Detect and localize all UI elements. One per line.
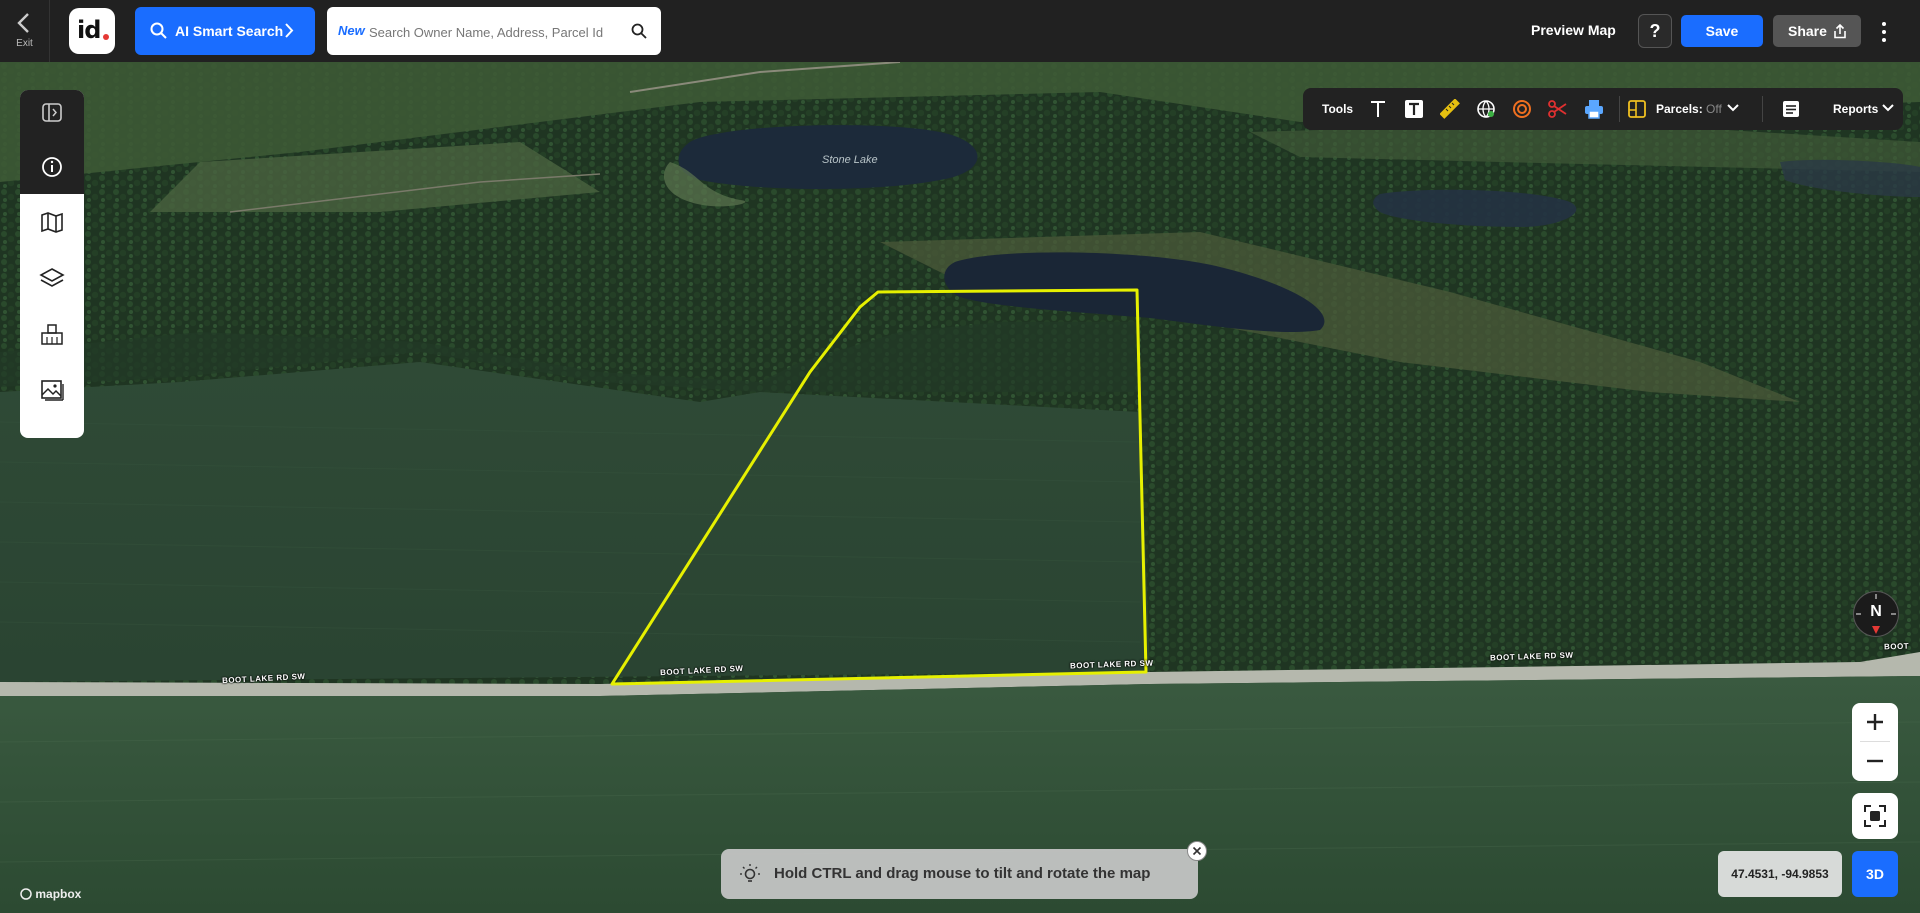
imagery-button[interactable] bbox=[30, 370, 74, 410]
share-button[interactable]: Share bbox=[1773, 15, 1861, 47]
zoom-out-button[interactable] bbox=[1852, 742, 1898, 780]
search-input[interactable] bbox=[367, 19, 621, 45]
mapbox-label: mapbox bbox=[35, 887, 82, 901]
mapbox-attribution[interactable]: mapbox bbox=[20, 887, 81, 901]
tip-text: Hold CTRL and drag mouse to tilt and rot… bbox=[774, 865, 1151, 882]
tools-label: Tools bbox=[1322, 102, 1354, 116]
plus-icon bbox=[1867, 714, 1883, 730]
left-toolbar bbox=[20, 90, 84, 438]
ruler-icon[interactable] bbox=[1440, 99, 1460, 119]
info-button[interactable] bbox=[30, 147, 74, 187]
text-icon[interactable] bbox=[1368, 99, 1388, 119]
radius-icon[interactable] bbox=[1512, 99, 1532, 119]
ai-smart-search-label: AI Smart Search bbox=[175, 23, 284, 39]
logo-dot bbox=[103, 34, 109, 40]
share-icon bbox=[1834, 24, 1846, 39]
reports-button[interactable]: Reports bbox=[1833, 102, 1878, 116]
chevron-left-icon bbox=[17, 13, 29, 33]
search-box: New bbox=[327, 7, 661, 55]
compass-button[interactable]: N bbox=[1853, 591, 1899, 637]
search-icon bbox=[150, 22, 167, 39]
3d-toggle-button[interactable]: 3D bbox=[1852, 851, 1898, 897]
tools-separator bbox=[1619, 96, 1620, 122]
imagery-icon bbox=[41, 380, 64, 401]
lake-label: Stone Lake bbox=[822, 154, 878, 166]
zoom-in-button[interactable] bbox=[1852, 703, 1898, 741]
zoom-controls bbox=[1852, 703, 1898, 781]
new-badge: New bbox=[338, 23, 365, 38]
panel-toggle-icon bbox=[42, 103, 62, 122]
map-canvas[interactable]: Stone Lake BOOT LAKE RD SW BOOT LAKE RD … bbox=[0, 62, 1920, 913]
parcels-label: Parcels: bbox=[1656, 102, 1703, 116]
globe-icon[interactable] bbox=[1476, 99, 1496, 119]
tip-close-button[interactable] bbox=[1187, 841, 1207, 861]
exit-button[interactable]: Exit bbox=[0, 0, 50, 62]
chevron-right-icon bbox=[285, 23, 294, 38]
parcels-state: Off bbox=[1706, 102, 1722, 116]
print-icon[interactable] bbox=[1584, 99, 1604, 119]
buildings-button[interactable] bbox=[30, 315, 74, 355]
tools-bar: Tools Parcels: Off Reports bbox=[1303, 88, 1903, 130]
reports-icon[interactable] bbox=[1781, 99, 1801, 119]
help-button[interactable]: ? bbox=[1638, 14, 1672, 48]
top-bar: Exit id AI Smart Search New Preview Map … bbox=[0, 0, 1920, 62]
chevron-down-icon[interactable] bbox=[1726, 103, 1740, 113]
compass-label: N bbox=[1870, 603, 1882, 620]
coordinates-display: 47.4531, -94.9853 bbox=[1718, 851, 1842, 897]
more-options-icon[interactable] bbox=[1877, 20, 1891, 44]
layers-button[interactable] bbox=[30, 258, 74, 298]
logo-text: id bbox=[77, 16, 101, 44]
focus-frame-icon bbox=[1864, 805, 1886, 827]
tools-separator bbox=[1762, 96, 1763, 122]
minus-icon bbox=[1867, 759, 1883, 763]
road-label: BOOT bbox=[1883, 641, 1910, 652]
mapbox-logo-icon bbox=[20, 888, 32, 900]
map-icon bbox=[41, 212, 63, 233]
exit-label: Exit bbox=[16, 38, 33, 49]
lightbulb-icon bbox=[740, 864, 760, 882]
fit-to-parcel-button[interactable] bbox=[1852, 793, 1898, 839]
layers-icon bbox=[39, 268, 65, 287]
scissors-icon[interactable] bbox=[1548, 99, 1568, 119]
satellite-imagery bbox=[0, 62, 1920, 913]
ai-smart-search-button[interactable]: AI Smart Search bbox=[135, 7, 315, 55]
search-icon[interactable] bbox=[631, 23, 647, 39]
preview-map-button[interactable]: Preview Map bbox=[1531, 22, 1616, 38]
tilt-tip-banner: Hold CTRL and drag mouse to tilt and rot… bbox=[721, 841, 1207, 899]
close-icon bbox=[1192, 846, 1202, 856]
parcel-icon[interactable] bbox=[1627, 99, 1647, 119]
buildings-icon bbox=[41, 324, 63, 345]
logo[interactable]: id bbox=[69, 8, 115, 54]
save-button[interactable]: Save bbox=[1681, 15, 1763, 47]
parcels-toggle[interactable]: Parcels: Off bbox=[1656, 102, 1722, 116]
map-button[interactable] bbox=[30, 202, 74, 242]
info-icon bbox=[42, 157, 62, 177]
text-box-icon[interactable] bbox=[1404, 99, 1424, 119]
toggle-panel-button[interactable] bbox=[30, 93, 74, 133]
chevron-down-icon[interactable] bbox=[1881, 103, 1895, 113]
share-label: Share bbox=[1788, 23, 1827, 39]
